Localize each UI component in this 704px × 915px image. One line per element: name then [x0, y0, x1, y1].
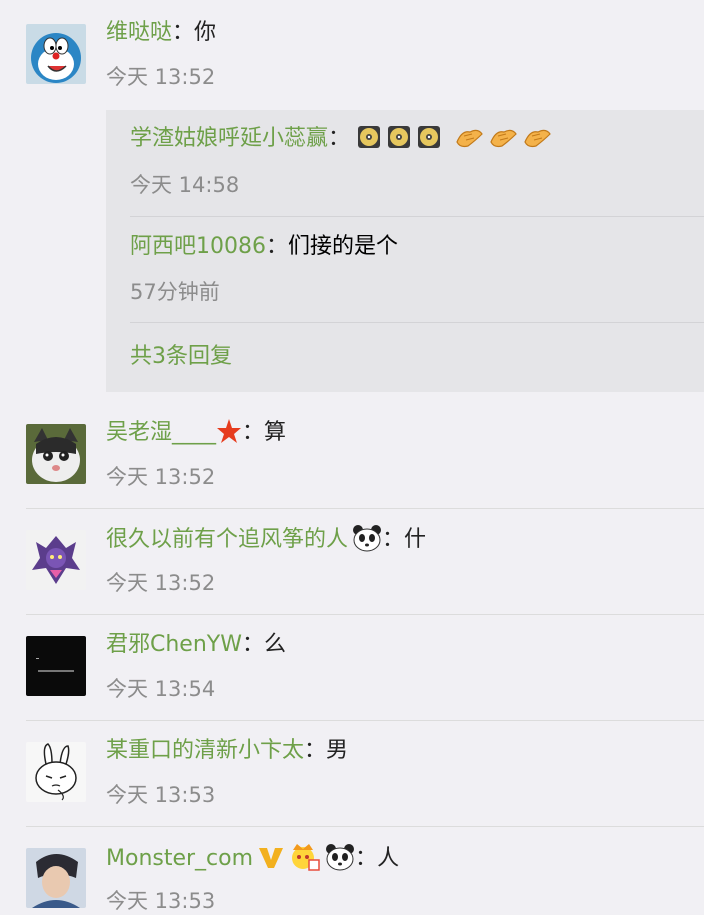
colon: ： — [242, 420, 265, 445]
colon: ： — [241, 632, 264, 657]
comment-time: 今天 13:54 — [106, 677, 216, 701]
comment-time: 今天 13:52 — [106, 465, 216, 489]
comment-item: 很久以前有个追风筝的人 ：什 今天 13:52 — [0, 508, 704, 615]
divider — [130, 216, 704, 217]
clap-hand-icon — [488, 124, 518, 150]
comment-time: 今天 13:53 — [106, 889, 216, 913]
avatar-purple-character[interactable] — [26, 530, 86, 590]
comment-time: 今天 13:52 — [106, 571, 216, 595]
username[interactable]: 吴老湿____ — [106, 420, 216, 445]
comment-text: 什 — [404, 527, 427, 552]
comment-item: 君邪ChenYW：么 今天 13:54 — [0, 614, 704, 721]
comment-time: 今天 13:52 — [106, 65, 216, 89]
comment-item: Monster_com ：人 今天 13:53 — [0, 826, 704, 913]
colon: ： — [266, 234, 289, 259]
username[interactable]: Monster_com — [106, 846, 253, 871]
disc-icon — [417, 125, 441, 149]
avatar-doraemon[interactable] — [26, 24, 86, 84]
red-star-icon — [216, 418, 242, 444]
divider — [130, 322, 704, 323]
avatar-cat[interactable] — [26, 424, 86, 484]
reply-time: 57分钟前 — [130, 280, 220, 304]
colon: ： — [304, 738, 327, 763]
colon: ： — [355, 846, 378, 871]
username[interactable]: 很久以前有个追风筝的人 — [106, 527, 348, 552]
avatar-person[interactable] — [26, 848, 86, 908]
username[interactable]: 君邪ChenYW — [106, 632, 242, 657]
username[interactable]: 某重口的清新小卞太 — [106, 738, 304, 763]
comment-text: 你 — [194, 20, 217, 45]
comment-time: 今天 13:53 — [106, 783, 216, 807]
reply-box: 学渣姑娘呼延小蕊赢： 今天 14:58 阿西吧10086：们接的是个 57分钟前… — [106, 110, 704, 392]
avatar-error-terminal[interactable] — [26, 636, 86, 696]
colon: ： — [172, 20, 195, 45]
comment-text: 男 — [326, 738, 349, 763]
comment-item: 维哒哒：你 今天 13:52 — [0, 0, 704, 110]
comment-item: 吴老湿____ ：算 今天 13:52 — [0, 402, 704, 509]
comment-text: 算 — [264, 420, 287, 445]
comment-text: 么 — [264, 632, 287, 657]
comment-item: 某重口的清新小卞太：男 今天 13:53 — [0, 720, 704, 827]
reply-username[interactable]: 阿西吧10086 — [130, 234, 266, 259]
crown-badge-icon — [289, 842, 321, 872]
more-replies-link[interactable]: 共3条回复 — [130, 342, 232, 372]
reply-time: 今天 14:58 — [130, 173, 240, 197]
vip-v-icon — [257, 844, 285, 870]
panda-icon — [352, 524, 382, 552]
comment-text: 人 — [377, 846, 400, 871]
avatar-rabbit-cartoon[interactable] — [26, 742, 86, 802]
clap-hand-icon — [454, 124, 484, 150]
reply-username[interactable]: 学渣姑娘呼延小蕊赢 — [130, 126, 328, 151]
username[interactable]: 维哒哒 — [106, 20, 172, 45]
colon: ： — [382, 527, 405, 552]
reply-text: 们接的是个 — [288, 234, 399, 259]
panda-icon — [325, 843, 355, 871]
colon: ： — [328, 126, 351, 151]
disc-icon — [387, 125, 411, 149]
disc-icon — [357, 125, 381, 149]
clap-hand-icon — [522, 124, 552, 150]
